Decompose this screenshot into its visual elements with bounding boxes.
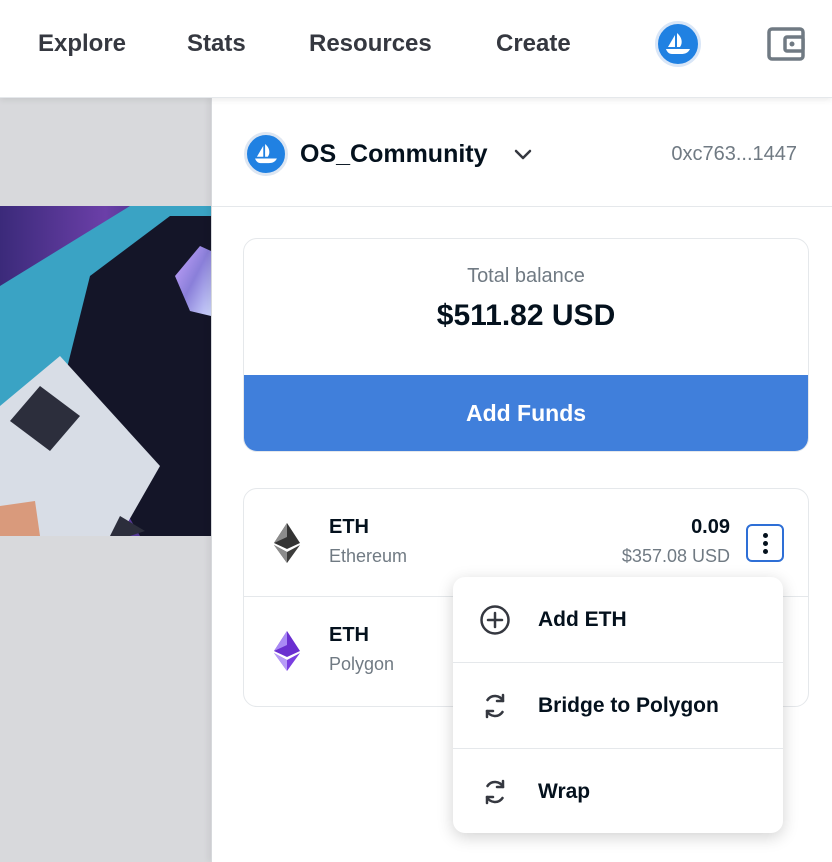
account-header: OS_Community 0xc763...1447 xyxy=(212,98,832,207)
menu-item-label: Bridge to Polygon xyxy=(538,693,719,717)
more-vertical-icon xyxy=(762,532,768,538)
wallet-address[interactable]: 0xc763...1447 xyxy=(671,139,797,169)
token-usd-value: $357.08 USD xyxy=(621,546,730,566)
top-nav: Explore Stats Resources Create xyxy=(0,0,832,98)
token-symbol: ETH xyxy=(329,624,369,646)
menu-item-label: Add ETH xyxy=(538,607,627,631)
total-balance-value: $511.82 USD xyxy=(436,299,616,332)
refresh-icon xyxy=(485,779,505,805)
nav-create[interactable]: Create xyxy=(496,28,571,60)
account-name[interactable]: OS_Community xyxy=(300,138,488,170)
token-symbol: ETH xyxy=(329,516,369,538)
menu-item-bridge-to-polygon[interactable]: Bridge to Polygon xyxy=(453,663,783,749)
token-options-menu: Add ETH Bridge to Polygon Wrap xyxy=(453,577,783,833)
nav-stats[interactable]: Stats xyxy=(187,28,246,60)
nav-explore[interactable]: Explore xyxy=(38,28,126,60)
plus-circle-icon xyxy=(480,605,510,635)
account-avatar xyxy=(244,132,288,176)
opensea-logo-icon xyxy=(255,144,277,164)
chevron-down-icon xyxy=(514,149,532,160)
refresh-icon xyxy=(485,693,505,719)
menu-item-add-eth[interactable]: Add ETH xyxy=(453,577,783,663)
add-funds-button[interactable]: Add Funds xyxy=(244,375,808,451)
menu-item-wrap[interactable]: Wrap xyxy=(453,749,783,833)
collection-artwork xyxy=(0,206,211,536)
account-dropdown-toggle[interactable] xyxy=(512,143,534,165)
balance-card: Total balance $511.82 USD Add Funds xyxy=(243,238,809,452)
token-amount: 0.09 xyxy=(691,516,730,538)
opensea-logo-icon xyxy=(666,33,690,54)
token-network: Polygon xyxy=(329,654,395,674)
menu-item-label: Wrap xyxy=(538,780,591,803)
eth-icon xyxy=(274,631,300,671)
nav-resources[interactable]: Resources xyxy=(309,28,432,60)
wallet-button[interactable] xyxy=(766,24,806,64)
token-network: Ethereum xyxy=(329,546,408,566)
total-balance-label: Total balance xyxy=(467,265,585,287)
profile-avatar-button[interactable] xyxy=(655,21,701,67)
eth-icon xyxy=(274,523,300,563)
token-more-options-button[interactable] xyxy=(746,524,784,562)
wallet-icon xyxy=(767,27,805,61)
